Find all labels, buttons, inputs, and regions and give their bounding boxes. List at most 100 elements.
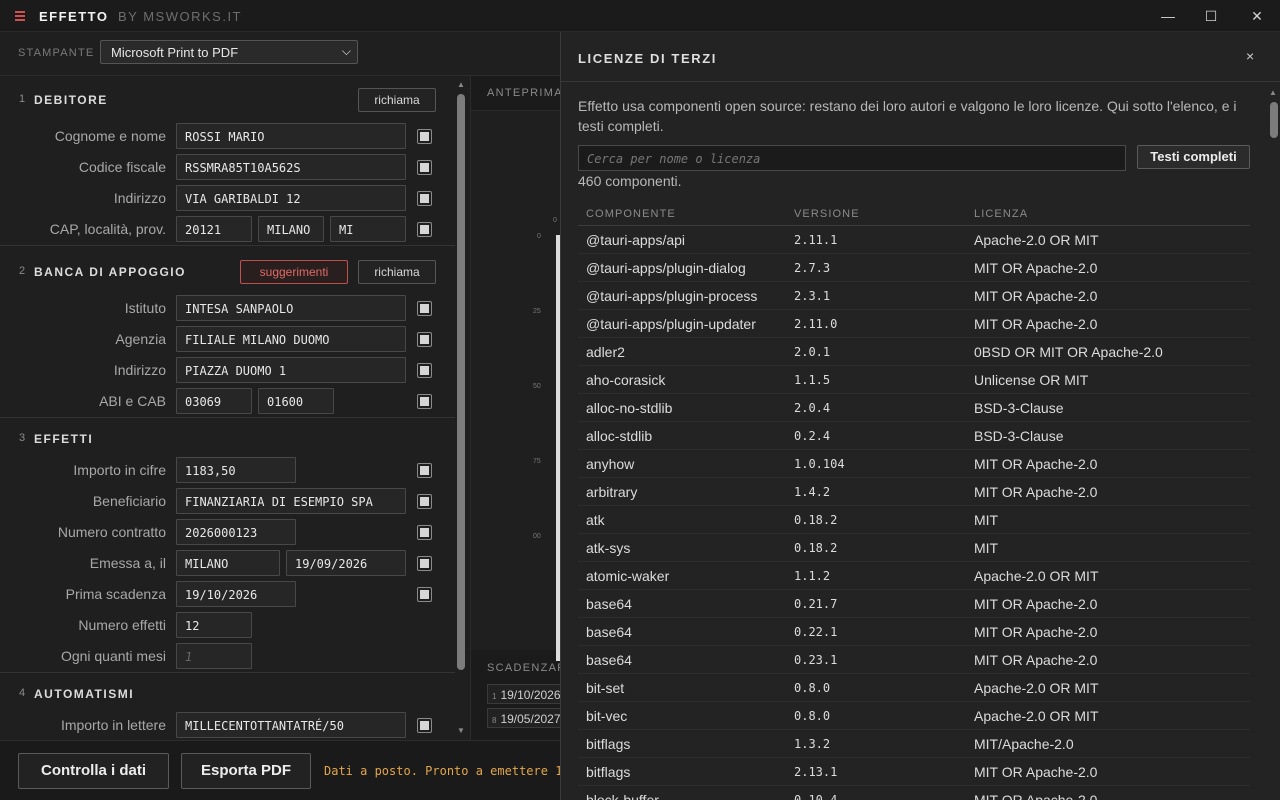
deadline-date: 19/05/2027 — [500, 712, 561, 726]
table-row: atomic-waker 1.1.2 Apache-2.0 OR MIT — [578, 562, 1250, 590]
footer: Controlla i dati Esporta PDF Dati a post… — [0, 740, 584, 800]
contract-label: Numero contratto — [57, 524, 166, 540]
cf-field[interactable]: RSSMRA85T10A562S — [176, 154, 406, 180]
licenses-header: LICENZE DI TERZI × — [561, 32, 1280, 82]
table-row: aho-corasick 1.1.5 Unlicense OR MIT — [578, 366, 1250, 394]
component-version: 0.23.1 — [794, 653, 838, 667]
amount-field[interactable]: 1183,50 — [176, 457, 296, 483]
bank-address-field[interactable]: PIAZZA DUOMO 1 — [176, 357, 406, 383]
table-row: @tauri-apps/plugin-updater 2.11.0 MIT OR A… — [578, 310, 1250, 338]
preview-panel: ANTEPRIMA 0 0 25 50 75 00 SCADENZAR 1 19/… — [470, 76, 567, 740]
menu-icon[interactable] — [15, 11, 25, 21]
licenses-scrollbar[interactable]: ▲ — [1267, 84, 1280, 800]
minimize-button[interactable]: — — [1145, 0, 1191, 32]
ruler-tick: 0 — [537, 233, 541, 240]
abi-cab-checkbox[interactable] — [417, 394, 432, 409]
issued-date-field[interactable]: 19/09/2026 — [286, 550, 406, 576]
issued-checkbox[interactable] — [417, 556, 432, 571]
component-name: @tauri-apps/plugin-process — [586, 288, 758, 304]
institute-field[interactable]: INTESA SANPAOLO — [176, 295, 406, 321]
close-window-button[interactable]: ✕ — [1234, 0, 1280, 32]
column-component: COMPONENTE — [586, 208, 676, 220]
table-row: atk-sys 0.18.2 MIT — [578, 534, 1250, 562]
maximize-button[interactable]: ☐ — [1188, 0, 1234, 32]
component-name: base64 — [586, 596, 632, 612]
scroll-up-icon[interactable]: ▲ — [1269, 88, 1277, 97]
count-label: Numero effetti — [78, 617, 166, 633]
contract-field[interactable]: 2026000123 — [176, 519, 296, 545]
component-version: 1.3.2 — [794, 737, 831, 751]
address-field[interactable]: VIA GARIBALDI 12 — [176, 185, 406, 211]
first-due-label: Prima scadenza — [65, 586, 166, 602]
first-due-checkbox[interactable] — [417, 587, 432, 602]
section-number: 4 — [19, 687, 26, 699]
city-field[interactable]: MILANO — [258, 216, 324, 242]
table-row: @tauri-apps/plugin-dialog 2.7.3 MIT OR Apa… — [578, 254, 1250, 282]
province-field[interactable]: MI — [330, 216, 406, 242]
component-version: 0.2.4 — [794, 429, 831, 443]
full-texts-button[interactable]: Testi completi — [1137, 145, 1250, 169]
section-number: 2 — [19, 265, 26, 277]
ruler-tick: 00 — [533, 533, 541, 540]
deadline-chip[interactable]: 1 19/10/2026 — [487, 684, 567, 704]
component-version: 2.0.1 — [794, 345, 831, 359]
table-row: arbitrary 1.4.2 MIT OR Apache-2.0 — [578, 478, 1250, 506]
recall-banca-button[interactable]: richiama — [358, 260, 436, 284]
table-header: COMPONENTE VERSIONE LICENZA — [578, 206, 1250, 226]
agency-field[interactable]: FILIALE MILANO DUOMO — [176, 326, 406, 352]
component-license: Apache-2.0 OR MIT — [974, 232, 1099, 248]
check-data-button[interactable]: Controlla i dati — [18, 753, 169, 789]
table-row: bitflags 1.3.2 MIT/Apache-2.0 — [578, 730, 1250, 758]
scrollbar-thumb[interactable] — [1270, 102, 1278, 138]
issued-city-field[interactable]: MILANO — [176, 550, 280, 576]
license-search-input[interactable]: Cerca per nome o licenza — [578, 145, 1126, 171]
amount-checkbox[interactable] — [417, 463, 432, 478]
scroll-up-icon[interactable]: ▲ — [456, 80, 466, 89]
printer-select[interactable]: Microsoft Print to PDF ⌵ — [100, 40, 358, 64]
component-count: 460 componenti. — [578, 173, 682, 189]
cf-label: Codice fiscale — [78, 159, 166, 175]
scrollbar-thumb[interactable] — [457, 94, 465, 670]
printer-value: Microsoft Print to PDF — [111, 45, 239, 60]
suggestions-button[interactable]: suggerimenti — [240, 260, 348, 284]
cap-field[interactable]: 20121 — [176, 216, 252, 242]
beneficiary-field[interactable]: FINANZIARIA DI ESEMPIO SPA — [176, 488, 406, 514]
first-due-field[interactable]: 19/10/2026 — [176, 581, 296, 607]
component-name: bit-set — [586, 680, 625, 696]
export-pdf-button[interactable]: Esporta PDF — [181, 753, 311, 789]
bank-address-label: Indirizzo — [113, 362, 166, 378]
component-license: BSD-3-Clause — [974, 428, 1064, 444]
close-icon[interactable]: × — [1246, 48, 1254, 64]
deadline-chip[interactable]: 8 19/05/2027 — [487, 708, 567, 728]
address-checkbox[interactable] — [417, 191, 432, 206]
cab-field[interactable]: 01600 — [258, 388, 334, 414]
scroll-down-icon[interactable]: ▼ — [456, 726, 466, 735]
component-license: MIT OR Apache-2.0 — [974, 484, 1098, 500]
cap-checkbox[interactable] — [417, 222, 432, 237]
component-license: Apache-2.0 OR MIT — [974, 568, 1099, 584]
section-title: DEBITORE — [34, 93, 108, 107]
bank-address-checkbox[interactable] — [417, 363, 432, 378]
component-version: 2.3.1 — [794, 289, 831, 303]
name-checkbox[interactable] — [417, 129, 432, 144]
count-field[interactable]: 12 — [176, 612, 252, 638]
deadline-number: 8 — [492, 716, 497, 725]
recall-debitore-button[interactable]: richiama — [358, 88, 436, 112]
amount-words-checkbox[interactable] — [417, 718, 432, 733]
every-months-field[interactable]: 1 — [176, 643, 252, 669]
component-license: MIT/Apache-2.0 — [974, 736, 1074, 752]
institute-checkbox[interactable] — [417, 301, 432, 316]
cf-checkbox[interactable] — [417, 160, 432, 175]
agency-checkbox[interactable] — [417, 332, 432, 347]
form-scrollbar[interactable]: ▲ ▼ — [455, 76, 468, 740]
component-name: alloc-stdlib — [586, 428, 653, 444]
beneficiary-label: Beneficiario — [92, 493, 166, 509]
contract-checkbox[interactable] — [417, 525, 432, 540]
component-version: 0.21.7 — [794, 597, 838, 611]
component-name: arbitrary — [586, 484, 638, 500]
name-field[interactable]: ROSSI MARIO — [176, 123, 406, 149]
component-license: MIT OR Apache-2.0 — [974, 624, 1098, 640]
abi-field[interactable]: 03069 — [176, 388, 252, 414]
beneficiary-checkbox[interactable] — [417, 494, 432, 509]
amount-words-field[interactable]: MILLECENTOTTANTATRÉ/50 — [176, 712, 406, 738]
